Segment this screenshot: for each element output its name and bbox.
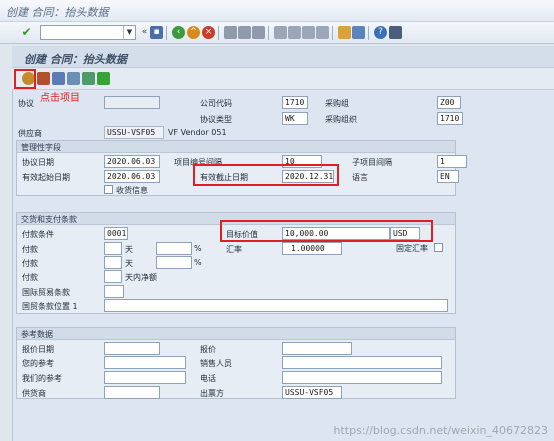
gr-info-label: 收货信息: [116, 186, 148, 195]
supplier-field[interactable]: [104, 386, 160, 399]
pct-label-2: %: [194, 258, 202, 267]
window-title: 创建 合同：抬头数据: [6, 6, 109, 19]
salesperson-label: 销售人员: [200, 359, 232, 368]
payment-label-3: 付款: [22, 273, 38, 282]
reference-group-title: 参考数据: [21, 330, 53, 339]
title-bar: 创建 合同：抬头数据: [0, 0, 554, 22]
quotation-date-label: 报价日期: [22, 345, 54, 354]
agreement-label: 协议: [18, 99, 34, 108]
your-ref-field[interactable]: [104, 356, 186, 369]
gr-info-checkbox[interactable]: [104, 185, 113, 194]
agreement-field[interactable]: [104, 96, 160, 109]
find-next-icon[interactable]: [252, 26, 265, 39]
payment-pct-2[interactable]: [156, 256, 192, 269]
highlight-target-value: [220, 220, 433, 242]
payment-terms-label: 付款条件: [22, 230, 54, 239]
days-label-2: 天: [125, 259, 133, 268]
company-code-label: 公司代码: [200, 99, 232, 108]
terms-group-title: 交货和支付条款: [21, 215, 77, 224]
supplier-label: 供货商: [22, 389, 46, 398]
purch-org-label: 采购组织: [325, 115, 357, 124]
print-icon[interactable]: [224, 26, 237, 39]
payment-label-2: 付款: [22, 259, 38, 268]
salesperson-field[interactable]: [282, 356, 442, 369]
our-ref-field[interactable]: [104, 371, 186, 384]
exchange-rate-label: 汇率: [226, 245, 242, 254]
shortcut-icon[interactable]: [352, 26, 365, 39]
phone-field[interactable]: [282, 371, 442, 384]
vendor-name: VF Vendor 051: [168, 128, 227, 137]
partners-icon[interactable]: [82, 72, 95, 85]
screen-title-bar: 创建 合同：抬头数据: [12, 46, 554, 68]
vendor-label: 供应商: [18, 129, 42, 138]
application-toolbar: [12, 68, 554, 90]
header-details-icon[interactable]: [37, 72, 50, 85]
pct-label-1: %: [194, 244, 202, 253]
incoterms-loc-field[interactable]: [104, 299, 448, 312]
agreement-date-label: 协议日期: [22, 158, 54, 167]
payment-pct-1[interactable]: [156, 242, 192, 255]
highlight-items-button: [14, 69, 36, 89]
payment-days-1[interactable]: [104, 242, 122, 255]
first-page-icon[interactable]: [274, 26, 287, 39]
quotation-field[interactable]: [282, 342, 352, 355]
edit-text-icon[interactable]: [52, 72, 65, 85]
purch-group-label: 采购组: [325, 99, 349, 108]
subitem-interval-field[interactable]: 1: [437, 155, 467, 168]
exchange-rate-field[interactable]: 1.00000: [282, 242, 342, 255]
net-days-field[interactable]: [104, 270, 122, 283]
new-session-icon[interactable]: [338, 26, 351, 39]
payment-days-2[interactable]: [104, 256, 122, 269]
save-icon[interactable]: ▪: [150, 26, 163, 39]
fixed-rate-label: 固定汇率: [396, 244, 428, 253]
language-field[interactable]: EN: [437, 170, 459, 183]
invoicing-party-label: 出票方: [200, 389, 224, 398]
valid-from-field[interactable]: 2020.06.03: [104, 170, 160, 183]
enter-icon[interactable]: ✔: [20, 26, 33, 39]
exit-icon[interactable]: ^: [187, 26, 200, 39]
system-toolbar: ✔ ▼ « ▪ ‹ ^ × ?: [0, 22, 554, 44]
quotation-label: 报价: [200, 345, 216, 354]
net-days-label: 天内净额: [125, 273, 157, 282]
company-code-field[interactable]: 1710: [282, 96, 308, 109]
next-page-icon[interactable]: [302, 26, 315, 39]
back-icon[interactable]: ‹: [172, 26, 185, 39]
conditions-icon[interactable]: [67, 72, 80, 85]
agreement-type-label: 协议类型: [200, 115, 232, 124]
chevron-down-icon[interactable]: ▼: [123, 26, 135, 39]
purch-org-field[interactable]: 1710: [437, 112, 463, 125]
invoicing-party-field[interactable]: USSU-VSF05: [282, 386, 342, 399]
language-label: 语言: [352, 173, 368, 182]
incoterms-loc-label: 国贸条款位置 1: [22, 302, 78, 311]
flag-icon[interactable]: [97, 72, 110, 85]
screen-title: 创建 合同：抬头数据: [24, 53, 127, 66]
help-icon[interactable]: ?: [374, 26, 387, 39]
agreement-date-field[interactable]: 2020.06.03: [104, 155, 160, 168]
payment-label-1: 付款: [22, 245, 38, 254]
incoterms-label: 国际贸易条款: [22, 288, 70, 297]
your-ref-label: 您的参考: [22, 359, 54, 368]
command-field[interactable]: ▼: [40, 25, 136, 40]
purch-group-field[interactable]: Z00: [437, 96, 461, 109]
payment-terms-field[interactable]: 0001: [104, 227, 128, 240]
vendor-field[interactable]: USSU-VSF05: [104, 126, 164, 139]
our-ref-label: 我们的参考: [22, 374, 62, 383]
incoterms-field[interactable]: [104, 285, 124, 298]
phone-label: 电话: [200, 374, 216, 383]
find-icon[interactable]: [238, 26, 251, 39]
highlight-valid-to: [193, 164, 339, 186]
watermark: https://blog.csdn.net/weixin_40672823: [333, 424, 548, 437]
prev-page-icon[interactable]: [288, 26, 301, 39]
customize-layout-icon[interactable]: [389, 26, 402, 39]
admin-group-title: 管理性字段: [21, 143, 61, 152]
agreement-type-field[interactable]: WK: [282, 112, 308, 125]
annotation-click-items: 点击项目: [40, 93, 80, 104]
days-label-1: 天: [125, 245, 133, 254]
quotation-date-field[interactable]: [104, 342, 160, 355]
fixed-rate-checkbox[interactable]: [434, 243, 443, 252]
subitem-interval-label: 子项目间隔: [352, 158, 392, 167]
cancel-icon[interactable]: ×: [202, 26, 215, 39]
valid-from-label: 有效起始日期: [22, 173, 70, 182]
last-page-icon[interactable]: [316, 26, 329, 39]
